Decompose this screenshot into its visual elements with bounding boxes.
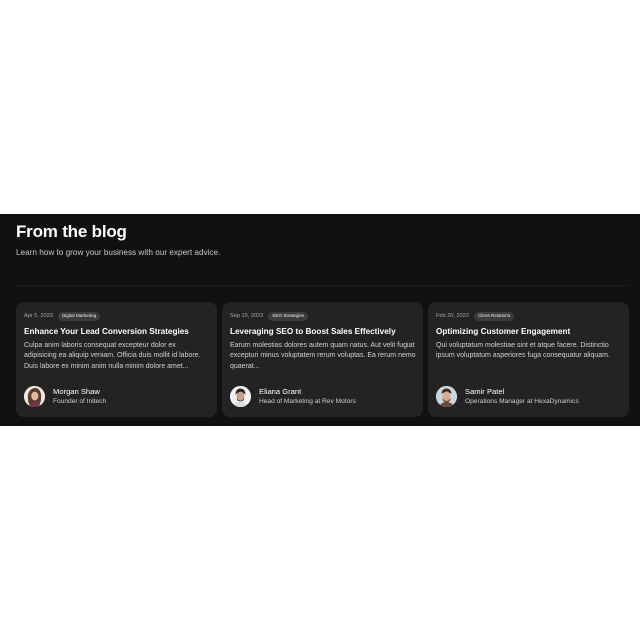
- post-meta: Feb 20, 2022 Client Relations: [436, 311, 621, 321]
- avatar: [24, 386, 45, 407]
- section-subtitle: Learn how to grow your business with our…: [16, 248, 221, 257]
- avatar: [230, 386, 251, 407]
- avatar: [436, 386, 457, 407]
- category-tag[interactable]: SEO Strategies: [268, 311, 308, 321]
- author-role: Operations Manager at HexaDynamics: [465, 398, 579, 405]
- blog-section: From the blog Learn how to grow your bus…: [0, 214, 640, 426]
- blog-card[interactable]: Apr 5, 2023 Digital Marketing Enhance Yo…: [16, 302, 217, 417]
- author-role: Founder of Initech: [53, 398, 107, 405]
- post-title[interactable]: Leveraging SEO to Boost Sales Effectivel…: [230, 327, 415, 336]
- author-name: Samir Patel: [465, 387, 505, 396]
- post-title[interactable]: Optimizing Customer Engagement: [436, 327, 621, 336]
- post-author: Samir Patel Operations Manager at HexaDy…: [436, 386, 579, 407]
- divider: [16, 285, 628, 286]
- post-author: Morgan Shaw Founder of Initech: [24, 386, 106, 407]
- blog-card-list: Apr 5, 2023 Digital Marketing Enhance Yo…: [16, 302, 629, 417]
- post-meta: Sep 15, 2023 SEO Strategies: [230, 311, 415, 321]
- blog-card[interactable]: Sep 15, 2023 SEO Strategies Leveraging S…: [222, 302, 423, 417]
- post-date: Apr 5, 2023: [24, 313, 53, 319]
- post-date: Feb 20, 2022: [436, 313, 469, 319]
- post-author: Eliana Grant Head of Marketing at Rev Mo…: [230, 386, 356, 407]
- blog-card[interactable]: Feb 20, 2022 Client Relations Optimizing…: [428, 302, 629, 417]
- post-excerpt: Qui voluptatum molestiae sint et atque f…: [436, 342, 610, 360]
- author-name: Eliana Grant: [259, 387, 302, 396]
- category-tag[interactable]: Client Relations: [473, 311, 515, 321]
- post-excerpt: Culpa anim laboris consequat excepteur d…: [24, 342, 201, 370]
- post-title[interactable]: Enhance Your Lead Conversion Strategies: [24, 327, 209, 336]
- category-tag[interactable]: Digital Marketing: [57, 311, 101, 321]
- author-role: Head of Marketing at Rev Motors: [259, 398, 356, 405]
- post-date: Sep 15, 2023: [230, 313, 264, 319]
- author-name: Morgan Shaw: [53, 387, 100, 396]
- post-excerpt: Earum molestias dolores autem quam natus…: [230, 342, 416, 370]
- section-title: From the blog: [16, 222, 127, 241]
- post-meta: Apr 5, 2023 Digital Marketing: [24, 311, 209, 321]
